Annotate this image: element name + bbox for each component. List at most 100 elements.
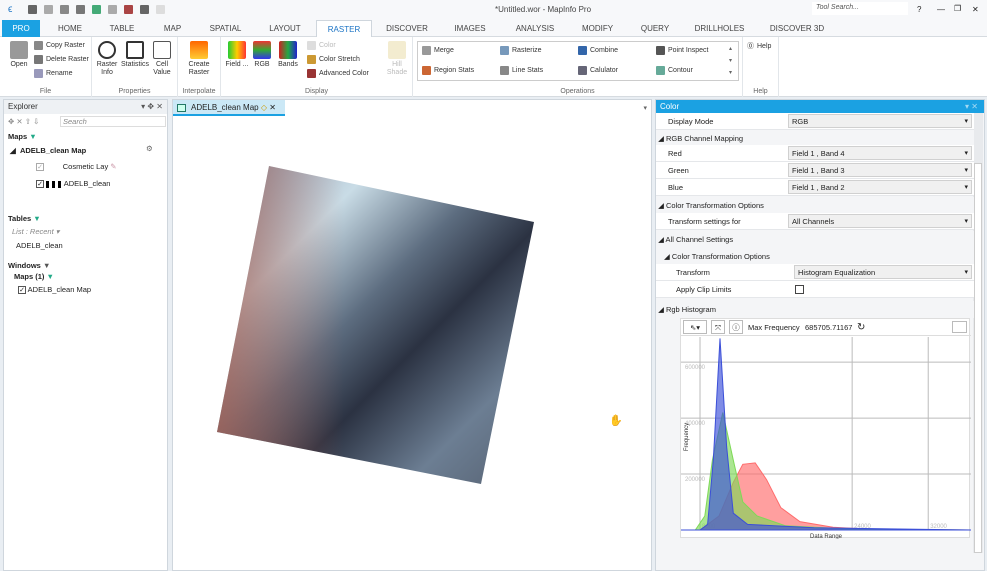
point-inspect-button[interactable]: Point Inspect xyxy=(656,46,708,55)
blue-select[interactable]: Field 1 , Band 2 xyxy=(788,180,972,195)
minimize-button[interactable]: — xyxy=(937,5,945,14)
red-select[interactable]: Field 1 , Band 4 xyxy=(788,146,972,161)
color-stretch-button[interactable]: Color Stretch xyxy=(307,55,360,64)
zoom-out-icon[interactable] xyxy=(124,5,133,14)
maps-section-header[interactable]: Maps ▼ xyxy=(8,132,37,141)
tab-query[interactable]: QUERY xyxy=(635,20,675,37)
rename-button[interactable]: Rename xyxy=(34,69,72,78)
restore-button[interactable]: ❐ xyxy=(954,4,961,13)
histogram-chart[interactable]: 20000040000060000080002400032000Data Ran… xyxy=(681,337,971,539)
clip-limits-checkbox[interactable] xyxy=(795,285,804,294)
tab-spatial[interactable]: SPATIAL xyxy=(203,20,248,37)
raster-map-canvas[interactable]: ✋ xyxy=(173,118,651,570)
tables-section-header[interactable]: Tables ▼ xyxy=(8,214,41,223)
tab-discover[interactable]: DISCOVER xyxy=(382,20,432,37)
line-stats-button[interactable]: Line Stats xyxy=(500,66,543,75)
info-icon[interactable]: ⓘ xyxy=(729,320,743,334)
table-item[interactable]: ADELB_clean xyxy=(16,241,63,250)
open-icon[interactable] xyxy=(28,5,37,14)
panel-controls-icon[interactable]: ▾ ✕ xyxy=(965,100,984,113)
close-tab-icon[interactable]: ✕ xyxy=(269,103,276,112)
pan-icon[interactable] xyxy=(76,5,85,14)
open-button[interactable]: Open xyxy=(6,41,32,69)
map-tree-item[interactable]: ◢ ADELB_clean Map xyxy=(10,146,86,155)
help-button[interactable]: ? xyxy=(917,5,921,14)
transform-for-select[interactable]: All Channels xyxy=(788,214,972,229)
layers-icon[interactable] xyxy=(108,5,117,14)
tab-raster[interactable]: RASTER xyxy=(316,20,372,37)
layer-checkbox[interactable]: ✓ xyxy=(36,163,44,172)
rasterize-button[interactable]: Rasterize xyxy=(500,46,542,55)
edit-icon[interactable]: ✎ xyxy=(110,162,116,171)
tab-menu-icon[interactable]: ▾ xyxy=(643,104,647,112)
panel-controls-icon[interactable]: ▾ ✥ ✕ xyxy=(141,100,167,114)
tab-home[interactable]: HOME xyxy=(50,20,90,37)
tab-analysis[interactable]: ANALYSIS xyxy=(510,20,560,37)
display-mode-select[interactable]: RGB xyxy=(788,114,972,129)
layer-control-icon[interactable]: ⚙ xyxy=(146,144,153,153)
tab-modify[interactable]: MODIFY xyxy=(575,20,620,37)
copy-icon[interactable] xyxy=(44,5,53,14)
layer-checkbox[interactable]: ✓ xyxy=(36,180,44,189)
tab-map[interactable]: MAP xyxy=(155,20,190,37)
histogram-section[interactable]: ◢ Rgb Histogram xyxy=(656,301,974,318)
color-button[interactable]: Color xyxy=(307,41,336,50)
color-transformation-subsection[interactable]: ◢ Color Transformation Options xyxy=(656,248,974,265)
zoom-in-icon[interactable] xyxy=(92,5,101,14)
help-ribbon-button[interactable]: ⓪ Help xyxy=(747,41,771,51)
map-tab[interactable]: ADELB_clean Map ◇ ✕ xyxy=(173,100,285,116)
maps-count: Maps (1) xyxy=(14,272,45,281)
list-recent-dropdown[interactable]: List : Recent ▾ xyxy=(12,227,60,236)
all-channel-section[interactable]: ◢ All Channel Settings xyxy=(656,231,974,248)
statistics-button[interactable]: Statistics xyxy=(120,41,150,69)
maps-window-group[interactable]: Maps (1) ▼ xyxy=(14,272,54,281)
copy-raster-button[interactable]: Copy Raster xyxy=(34,41,85,50)
hill-shade-button[interactable]: Hill Shade xyxy=(385,41,409,77)
info-icon[interactable] xyxy=(156,5,165,14)
tab-table[interactable]: TABLE xyxy=(102,20,142,37)
tab-discover-3d[interactable]: DISCOVER 3D xyxy=(767,20,827,37)
select-icon[interactable] xyxy=(140,5,149,14)
windows-section-header[interactable]: Windows ▼ xyxy=(8,261,50,270)
merge-button[interactable]: Merge xyxy=(422,46,454,55)
explorer-search-input[interactable]: Search xyxy=(60,116,166,127)
statistics-label: Statistics xyxy=(120,61,149,68)
close-button[interactable]: ✕ xyxy=(972,5,979,14)
gallery-scroll[interactable]: ▴ ▾ ▾ xyxy=(729,43,732,79)
cell-value-button[interactable]: Cell Value xyxy=(150,41,174,77)
window-item[interactable]: ✓ ADELB_clean Map xyxy=(18,285,91,295)
advanced-color-button[interactable]: Advanced Color xyxy=(307,69,369,78)
green-select[interactable]: Field 1 , Band 3 xyxy=(788,163,972,178)
contour-button[interactable]: Contour xyxy=(656,66,693,75)
tab-pro[interactable]: PRO xyxy=(2,20,40,37)
point-inspect-label: Point Inspect xyxy=(668,47,709,54)
field-button[interactable]: Field ... xyxy=(225,41,249,69)
legend-toggle-icon[interactable] xyxy=(952,321,967,333)
combine-button[interactable]: Combine xyxy=(578,46,618,55)
layer-row[interactable]: ✓ ADELB_clean xyxy=(36,179,111,189)
tab-drillholes[interactable]: DRILLHOLES xyxy=(692,20,747,37)
create-raster-button[interactable]: Create Raster xyxy=(182,41,216,77)
bands-button[interactable]: Bands xyxy=(275,41,301,69)
rasterize-icon xyxy=(500,46,509,55)
refresh-icon[interactable]: ↻ xyxy=(857,319,865,336)
region-stats-button[interactable]: Region Stats xyxy=(422,66,474,75)
zoom-extent-icon[interactable]: ⤧ xyxy=(711,320,725,334)
window-checkbox[interactable]: ✓ xyxy=(18,286,26,295)
color-transformation-section[interactable]: ◢ Color Transformation Options xyxy=(656,197,974,214)
layer-name: ADELB_clean xyxy=(63,179,111,188)
pointer-tool-button[interactable]: ⇖▾ xyxy=(683,320,707,334)
close-table-icon[interactable] xyxy=(60,5,69,14)
tab-images[interactable]: IMAGES xyxy=(445,20,495,37)
rgb-button[interactable]: RGB xyxy=(251,41,273,69)
tool-search-input[interactable]: Tool Search... xyxy=(812,2,908,15)
raster-info-button[interactable]: Raster Info xyxy=(95,41,119,77)
layer-row[interactable]: ✓ Cosmetic Lay ✎ xyxy=(36,162,117,172)
pin-icon[interactable]: ◇ xyxy=(261,103,267,112)
transform-select[interactable]: Histogram Equalization xyxy=(794,265,972,280)
calculator-button[interactable]: Calulator xyxy=(578,66,618,75)
tab-layout[interactable]: LAYOUT xyxy=(265,20,305,37)
delete-raster-button[interactable]: Delete Raster xyxy=(34,55,89,64)
scrollbar-thumb[interactable] xyxy=(974,163,982,553)
panel-scrollbar[interactable] xyxy=(973,113,983,553)
